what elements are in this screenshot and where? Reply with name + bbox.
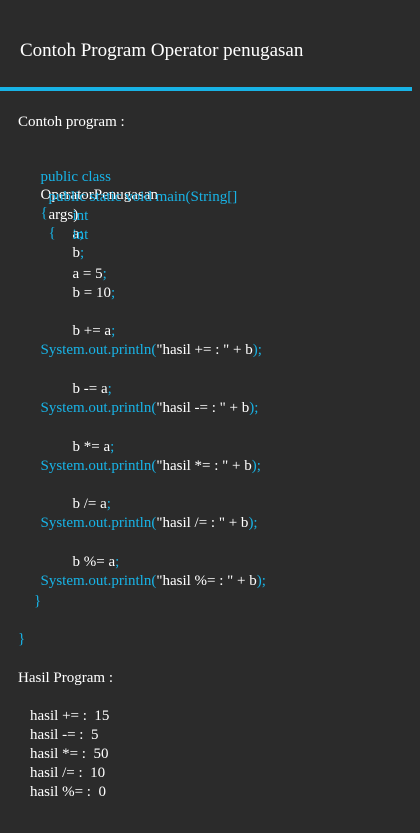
code-method: System.out.println( bbox=[40, 573, 157, 589]
header: Contoh Program Operator penugasan bbox=[0, 0, 420, 86]
result-list: hasil += : 15 hasil -= : 5 hasil *= : 50… bbox=[30, 707, 109, 802]
result-line: hasil *= : 50 bbox=[30, 746, 109, 762]
page-title: Contoh Program Operator penugasan bbox=[20, 40, 304, 61]
code-semicolon: ; bbox=[110, 285, 116, 301]
code-keyword: int bbox=[72, 227, 89, 243]
code-string: "hasil -= : " + b bbox=[156, 400, 250, 416]
code-string: "hasil += : " + b bbox=[156, 342, 253, 358]
code-string: "hasil /= : " + b bbox=[156, 515, 249, 531]
code-suffix: ); bbox=[252, 342, 262, 358]
code-line-16: System.out.println("hasil %= : " + b); bbox=[18, 554, 266, 608]
code-suffix: ); bbox=[248, 515, 258, 531]
result-line: hasil /= : 10 bbox=[30, 765, 106, 781]
result-line: hasil += : 15 bbox=[30, 708, 110, 724]
code-closing-brace-class: } bbox=[18, 631, 26, 647]
page: Contoh Program Operator penugasan Contoh… bbox=[0, 0, 420, 833]
code-assignment: b = 10 bbox=[72, 285, 111, 301]
program-label: Contoh program : bbox=[18, 114, 125, 130]
code-method: System.out.println( bbox=[40, 458, 157, 474]
code-method: System.out.println( bbox=[40, 515, 157, 531]
accent-divider bbox=[0, 87, 412, 91]
code-suffix: ); bbox=[249, 400, 259, 416]
code-closing-brace-method: } bbox=[34, 593, 42, 609]
code-suffix: ); bbox=[256, 573, 266, 589]
code-string: "hasil %= : " + b bbox=[156, 573, 257, 589]
result-label: Hasil Program : bbox=[18, 670, 113, 686]
result-line: hasil -= : 5 bbox=[30, 727, 99, 743]
code-string: "hasil *= : " + b bbox=[156, 458, 252, 474]
result-line: hasil %= : 0 bbox=[30, 784, 106, 800]
code-method: System.out.println( bbox=[40, 342, 157, 358]
code-method: System.out.println( bbox=[40, 400, 157, 416]
code-suffix: ); bbox=[251, 458, 261, 474]
